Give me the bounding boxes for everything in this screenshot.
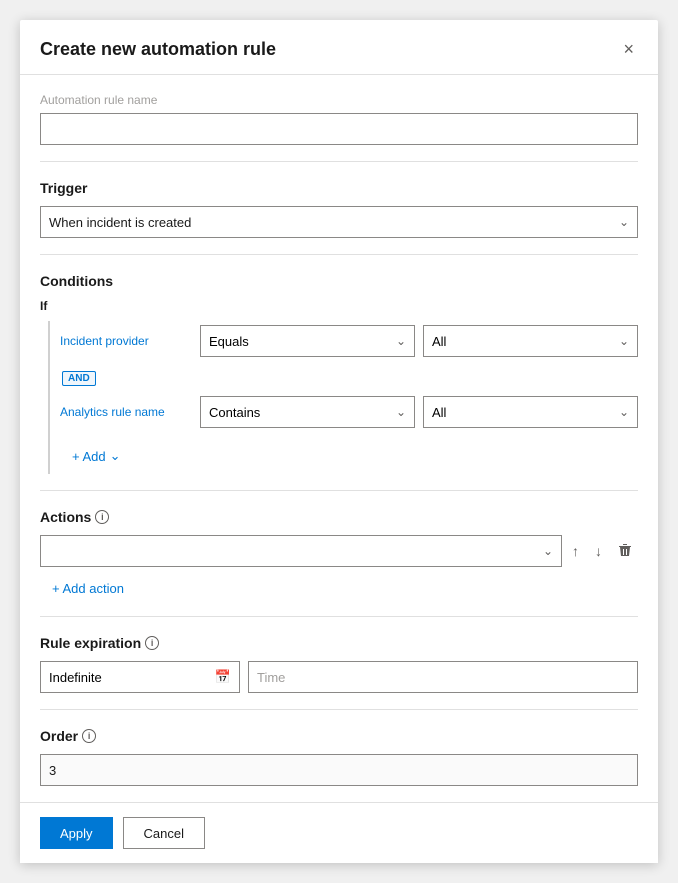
condition-selects-2: Contains ⌄ All ⌄ (200, 396, 638, 428)
trigger-section: Trigger When incident is created ⌄ (40, 162, 638, 255)
condition-value-select-2[interactable]: All ⌄ (423, 396, 638, 428)
calendar-icon: 📅 (215, 669, 231, 685)
rule-expiration-time-placeholder: Time (257, 670, 285, 685)
add-action-button[interactable]: + Add action (52, 577, 124, 600)
actions-row: ⌄ ↑ ↓ (40, 535, 638, 567)
rule-expiration-header-row: Rule expiration i (40, 635, 638, 651)
conditions-wrapper: Incident provider Equals ⌄ All ⌄ (48, 321, 638, 474)
actions-section-title: Actions (40, 509, 91, 525)
action-select[interactable]: ⌄ (40, 535, 562, 567)
rule-expiration-date-select[interactable]: Indefinite 📅 (40, 661, 240, 693)
conditions-section: Conditions If Incident provider Equals ⌄… (40, 255, 638, 491)
action-move-down-button[interactable]: ↓ (589, 539, 608, 563)
chevron-icon-3: ⌄ (396, 405, 406, 419)
cancel-button[interactable]: Cancel (123, 817, 205, 849)
rule-expiration-row: Indefinite 📅 Time (40, 661, 638, 693)
condition-selects-1: Equals ⌄ All ⌄ (200, 325, 638, 357)
rule-expiration-section: Rule expiration i Indefinite 📅 Time (40, 617, 638, 710)
create-automation-rule-dialog: Create new automation rule × Automation … (20, 20, 658, 863)
actions-header-row: Actions i (40, 509, 638, 525)
condition-operator-value-1: Equals (209, 334, 249, 349)
action-chevron-icon: ⌄ (543, 544, 553, 558)
add-condition-container: + Add ⌄ (50, 436, 638, 474)
trigger-select[interactable]: When incident is created ⌄ (40, 206, 638, 238)
order-section-title: Order (40, 728, 78, 744)
automation-rule-name-section: Automation rule name (40, 75, 638, 162)
add-action-container: + Add action (40, 577, 638, 600)
chevron-icon-1: ⌄ (396, 334, 406, 348)
actions-info-icon[interactable]: i (95, 510, 109, 524)
order-header-row: Order i (40, 728, 638, 744)
trigger-selected-value: When incident is created (49, 215, 191, 230)
action-delete-button[interactable] (612, 539, 638, 564)
condition-field-analytics-rule: Analytics rule name (60, 405, 200, 419)
order-section: Order i (40, 710, 638, 802)
apply-button[interactable]: Apply (40, 817, 113, 849)
condition-operator-value-2: Contains (209, 405, 260, 420)
condition-value-text-1: All (432, 334, 446, 349)
automation-rule-name-label: Automation rule name (40, 93, 638, 107)
condition-value-select-1[interactable]: All ⌄ (423, 325, 638, 357)
order-input[interactable] (40, 754, 638, 786)
condition-operator-select-1[interactable]: Equals ⌄ (200, 325, 415, 357)
condition-value-text-2: All (432, 405, 446, 420)
conditions-section-title: Conditions (40, 273, 638, 289)
chevron-icon-2: ⌄ (619, 334, 629, 348)
actions-section: Actions i ⌄ ↑ ↓ (40, 491, 638, 617)
condition-field-incident-provider: Incident provider (60, 334, 200, 348)
add-action-label: + Add action (52, 581, 124, 596)
order-info-icon[interactable]: i (82, 729, 96, 743)
add-condition-button[interactable]: + Add ⌄ (72, 444, 121, 468)
and-badge: AND (62, 371, 96, 386)
up-icon: ↑ (572, 543, 579, 559)
dialog-body: Automation rule name Trigger When incide… (20, 75, 658, 802)
add-condition-chevron-icon: ⌄ (110, 448, 121, 464)
condition-row-2: Analytics rule name Contains ⌄ All ⌄ (50, 392, 638, 432)
dialog-title: Create new automation rule (40, 39, 276, 60)
automation-rule-name-input[interactable] (40, 113, 638, 145)
rule-expiration-title: Rule expiration (40, 635, 141, 651)
down-icon: ↓ (595, 543, 602, 559)
chevron-icon-4: ⌄ (619, 405, 629, 419)
if-label: If (40, 299, 638, 313)
delete-icon (618, 543, 632, 560)
and-badge-container: AND (50, 365, 638, 392)
dialog-header: Create new automation rule × (20, 20, 658, 75)
close-button[interactable]: × (619, 36, 638, 62)
rule-expiration-date-value: Indefinite (49, 670, 102, 685)
action-move-up-button[interactable]: ↑ (566, 539, 585, 563)
condition-operator-select-2[interactable]: Contains ⌄ (200, 396, 415, 428)
trigger-section-title: Trigger (40, 180, 638, 196)
rule-expiration-time-input[interactable]: Time (248, 661, 638, 693)
trigger-chevron-icon: ⌄ (619, 215, 629, 229)
rule-expiration-info-icon[interactable]: i (145, 636, 159, 650)
dialog-footer: Apply Cancel (20, 802, 658, 863)
condition-row-1: Incident provider Equals ⌄ All ⌄ (50, 321, 638, 361)
add-condition-label: + Add (72, 449, 106, 464)
